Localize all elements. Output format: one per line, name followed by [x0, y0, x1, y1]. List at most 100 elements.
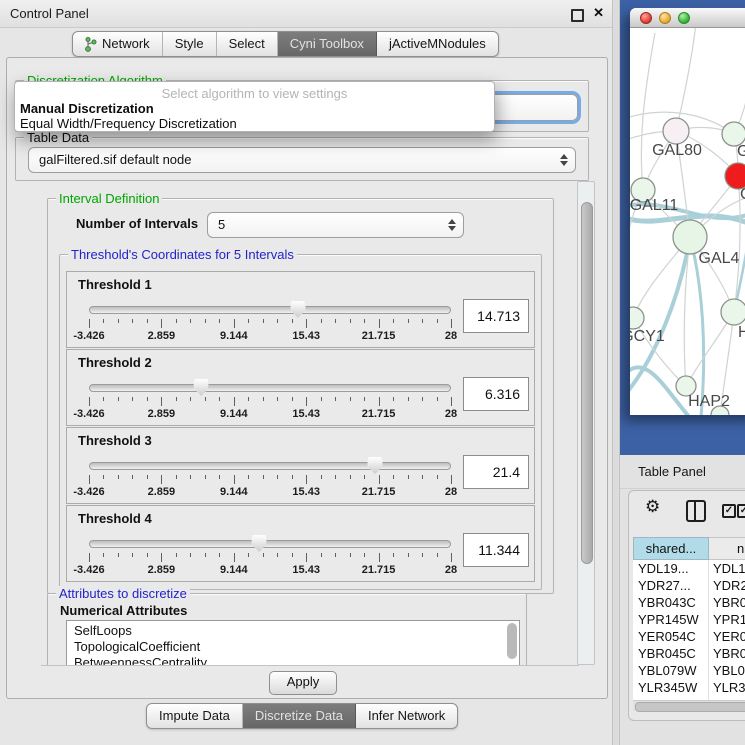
scrollbar-thumb[interactable]	[635, 702, 745, 712]
gear-icon[interactable]: ⚙	[645, 497, 660, 517]
tick-label: 9.144	[220, 330, 248, 342]
slider-thumb[interactable]	[367, 457, 382, 474]
table-row[interactable]: YDR27...YDR2	[633, 577, 745, 594]
network-node[interactable]	[663, 118, 689, 144]
threshold-panel-3: Threshold 3 -3.4262.8599.14415.4321.7152…	[66, 427, 535, 504]
slider-thumb[interactable]	[290, 301, 305, 318]
network-canvas[interactable]: GAL80GACGAL11GAL4GCY1HHAP2	[630, 28, 745, 415]
cell-name: YDR2	[709, 577, 745, 594]
float-window-icon[interactable]	[571, 9, 584, 22]
tab-select[interactable]: Select	[217, 32, 278, 56]
network-window-titlebar[interactable]	[630, 8, 745, 28]
attribute-list-item[interactable]: TopologicalCoefficient	[67, 639, 519, 655]
slider-track[interactable]	[89, 540, 451, 548]
tab-network[interactable]: Network	[73, 32, 163, 56]
cell-name: YBL0	[709, 662, 745, 679]
table-row[interactable]: YPR145WYPR1	[633, 611, 745, 628]
tick-label: -3.426	[73, 486, 104, 498]
node-label: GAL11	[630, 197, 678, 214]
slider-track[interactable]	[89, 462, 451, 470]
attribute-list-item[interactable]: BetweennessCentrality	[67, 655, 519, 666]
tick-label: 21.715	[362, 330, 396, 342]
threshold-slider[interactable]: -3.4262.8599.14415.4321.71528	[89, 298, 451, 344]
group-title: Threshold's Coordinates for 5 Intervals	[68, 247, 297, 262]
threshold-value-field[interactable]: 11.344	[463, 533, 529, 567]
table-panel-titlebar[interactable]: Table Panel	[620, 455, 745, 489]
table-row[interactable]: YLR345WYLR3	[633, 679, 745, 696]
threshold-value-field[interactable]: 21.4	[463, 455, 529, 489]
network-icon	[85, 37, 97, 52]
cell-shared-name: YBL079W	[633, 662, 709, 679]
column-header-shared-name[interactable]: shared...	[633, 537, 709, 560]
table-row[interactable]: YBR043CYBR0	[633, 594, 745, 611]
tab-label: Style	[175, 32, 204, 56]
control-panel-titlebar[interactable]: Control Panel ✕	[0, 0, 612, 28]
node-label: GAL80	[652, 142, 702, 159]
cell-shared-name: YDR27...	[633, 577, 709, 594]
cell-name: YLR3	[709, 679, 745, 696]
tick-label: 28	[445, 486, 457, 498]
tab-cyni-toolbox[interactable]: Cyni Toolbox	[278, 32, 377, 56]
tick-label: 2.859	[148, 564, 176, 576]
cell-shared-name: YER054C	[633, 628, 709, 645]
panel-splitter[interactable]	[612, 0, 620, 745]
tab-jactivemnodules[interactable]: jActiveMNodules	[377, 32, 498, 56]
table-row[interactable]: YDL19...YDL1	[633, 560, 745, 577]
zoom-traffic-light[interactable]	[678, 12, 690, 24]
tab-infer-network[interactable]: Infer Network	[356, 704, 457, 728]
node-label: GAL4	[699, 250, 740, 267]
table-row[interactable]: YBL079WYBL0	[633, 662, 745, 679]
threshold-slider[interactable]: -3.4262.8599.14415.4321.71528	[89, 376, 451, 422]
tick-label: -3.426	[73, 408, 104, 420]
numerical-attributes-list[interactable]: SelfLoopsTopologicalCoefficientBetweenne…	[66, 620, 520, 666]
list-scrollbar-thumb[interactable]	[507, 623, 517, 659]
minimize-traffic-light[interactable]	[659, 12, 671, 24]
dropdown-option-equal-width[interactable]: Equal Width/Frequency Discretization	[15, 116, 494, 131]
checkbox-checked-icon[interactable]: ✓	[737, 504, 745, 518]
threshold-slider[interactable]: -3.4262.8599.14415.4321.71528	[89, 454, 451, 500]
node-label: H	[738, 324, 745, 341]
split-view-icon[interactable]	[686, 500, 706, 522]
apply-button[interactable]: Apply	[269, 671, 337, 695]
number-of-intervals-combobox[interactable]: 5	[207, 212, 464, 238]
cell-name: YBR0	[709, 594, 745, 611]
network-node[interactable]	[673, 220, 707, 254]
threshold-label: Threshold 3	[78, 433, 152, 448]
horizontal-scrollbar[interactable]	[633, 700, 745, 711]
slider-track[interactable]	[89, 306, 451, 314]
number-of-intervals-label: Number of Intervals	[76, 216, 198, 231]
column-header-name[interactable]: n	[709, 537, 745, 560]
network-node[interactable]	[630, 307, 644, 329]
vertical-scrollbar[interactable]	[577, 181, 595, 665]
attribute-list-item[interactable]: SelfLoops	[67, 623, 519, 639]
group-title: Table Data	[24, 130, 92, 145]
threshold-value-field[interactable]: 14.713	[463, 299, 529, 333]
panel-title: Control Panel	[10, 6, 89, 21]
network-window[interactable]: GAL80GACGAL11GAL4GCY1HHAP2	[630, 8, 745, 415]
table-row[interactable]: YBR045CYBR0	[633, 645, 745, 662]
tick-label: 15.43	[292, 486, 320, 498]
scrollbar-thumb[interactable]	[581, 202, 593, 564]
algorithm-dropdown-popup: Select algorithm to view settings Manual…	[14, 81, 495, 132]
node-label: GCY1	[630, 328, 665, 345]
table-row[interactable]: YER054CYER0	[633, 628, 745, 645]
checkbox-checked-icon[interactable]: ✓	[722, 504, 736, 518]
slider-track[interactable]	[89, 384, 451, 392]
network-node[interactable]	[721, 299, 745, 325]
tab-style[interactable]: Style	[163, 32, 217, 56]
dropdown-option-manual[interactable]: Manual Discretization	[15, 101, 494, 116]
threshold-panel-4: Threshold 4 -3.4262.8599.14415.4321.7152…	[66, 505, 535, 582]
tab-discretize-data[interactable]: Discretize Data	[243, 704, 356, 728]
tick-label: 2.859	[148, 486, 176, 498]
threshold-slider[interactable]: -3.4262.8599.14415.4321.71528	[89, 532, 451, 578]
slider-thumb[interactable]	[194, 379, 209, 396]
close-traffic-light[interactable]	[640, 12, 652, 24]
threshold-value-field[interactable]: 6.316	[463, 377, 529, 411]
table-data-combobox[interactable]: galFiltered.sif default node	[28, 147, 576, 173]
slider-thumb[interactable]	[252, 535, 267, 552]
close-icon[interactable]: ✕	[593, 5, 604, 21]
interval-definition-group: Interval Definition Number of Intervals …	[47, 198, 554, 594]
cell-shared-name: YBR045C	[633, 645, 709, 662]
cyni-tab-content: Discretization Algorithm Select algorith…	[6, 57, 608, 699]
tab-impute-data[interactable]: Impute Data	[147, 704, 243, 728]
